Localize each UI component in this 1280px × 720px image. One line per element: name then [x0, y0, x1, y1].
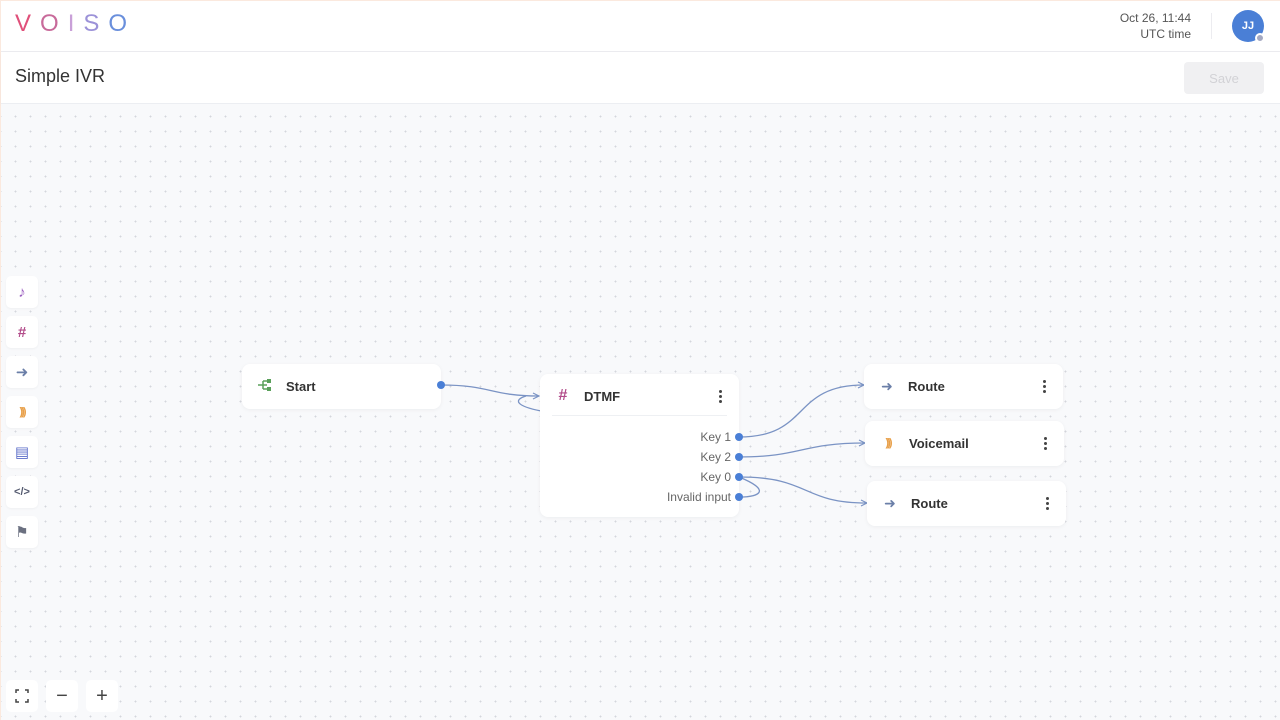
fit-view-button[interactable] — [6, 680, 38, 712]
header-divider — [1211, 13, 1212, 39]
node-route[interactable]: ➜ Route — [867, 481, 1066, 526]
zoom-out-button[interactable]: − — [46, 680, 78, 712]
key-label: Key 2 — [700, 450, 731, 464]
zoom-in-button[interactable]: + — [86, 680, 118, 712]
node-title: Route — [911, 495, 948, 511]
arrow-right-icon: ➜ — [881, 377, 893, 394]
output-port[interactable] — [437, 381, 445, 389]
node-title: DTMF — [584, 388, 621, 404]
logo-letter: I — [67, 10, 84, 37]
more-options-icon[interactable] — [1039, 376, 1049, 396]
page-title: Simple IVR — [15, 66, 106, 86]
key-0-port[interactable] — [735, 473, 743, 481]
sms-tool[interactable]: ▤ — [6, 436, 38, 468]
dtmf-tool[interactable]: # — [6, 316, 38, 348]
status-indicator-icon — [1255, 33, 1265, 43]
key-label: Key 1 — [700, 430, 731, 444]
key-label: Key 0 — [700, 470, 731, 484]
node-route[interactable]: ➜ Route — [864, 364, 1063, 409]
voicemail-tool[interactable]: ))) — [6, 396, 38, 428]
avatar-initials: JJ — [1241, 20, 1255, 32]
save-button[interactable]: Save — [1184, 62, 1264, 94]
top-bar: VOISO Oct 26, 11:44 UTC time JJ — [1, 0, 1280, 52]
logo-letter: O — [40, 10, 68, 37]
node-dtmf[interactable]: # DTMF Key 1 Key 2 Key 0 Invalid input — [540, 374, 743, 517]
clock: Oct 26, 11:44 UTC time — [1120, 10, 1191, 42]
voicemail-waves-icon: ))) — [19, 406, 27, 418]
hash-icon: # — [17, 323, 27, 341]
logo-letter: O — [108, 10, 137, 37]
code-tool[interactable]: </> — [6, 476, 38, 508]
key-2-port[interactable] — [735, 453, 743, 461]
zoom-controls: − + — [6, 680, 118, 712]
plus-icon: + — [96, 684, 108, 707]
route-tool[interactable]: ➜ — [6, 356, 38, 388]
key-1-port[interactable] — [735, 433, 743, 441]
key-label: Invalid input — [666, 490, 731, 504]
node-title: Start — [286, 378, 316, 394]
flag-icon: ⚑ — [15, 524, 29, 541]
more-options-icon[interactable] — [1042, 493, 1052, 513]
more-options-icon[interactable] — [715, 386, 725, 406]
clock-timezone: UTC time — [1140, 27, 1191, 41]
minus-icon: − — [56, 684, 68, 707]
voicemail-waves-icon: ))) — [885, 437, 893, 449]
hash-icon: # — [558, 387, 568, 404]
fullscreen-icon — [15, 689, 29, 703]
more-options-icon[interactable] — [1040, 433, 1050, 453]
arrow-right-icon: ➜ — [884, 494, 896, 511]
flow-start-icon — [256, 378, 274, 395]
finish-tool[interactable]: ⚑ — [6, 516, 38, 548]
play-audio-tool[interactable]: ♪ — [6, 276, 38, 308]
user-avatar[interactable]: JJ — [1232, 10, 1265, 43]
node-divider — [552, 415, 727, 416]
node-title: Voicemail — [909, 435, 969, 451]
music-note-icon: ♪ — [18, 283, 26, 301]
node-start[interactable]: Start — [242, 364, 445, 409]
logo-letter: V — [15, 10, 41, 37]
code-icon: </> — [14, 486, 30, 498]
node-toolbox: ♪ # ➜))) ▤ </> ⚑ — [6, 276, 38, 548]
logo-letter: S — [83, 10, 109, 37]
invalid-input-port[interactable] — [735, 493, 743, 501]
clock-date: Oct 26, 11:44 — [1119, 11, 1191, 25]
node-voicemail[interactable]: ))) Voicemail — [865, 421, 1064, 466]
message-icon: ▤ — [14, 444, 30, 461]
arrow-right-icon: ➜ — [15, 364, 29, 381]
voiso-logo[interactable]: VOISO — [15, 10, 136, 38]
title-bar: Simple IVR Save — [1, 52, 1280, 104]
node-title: Route — [908, 378, 945, 394]
